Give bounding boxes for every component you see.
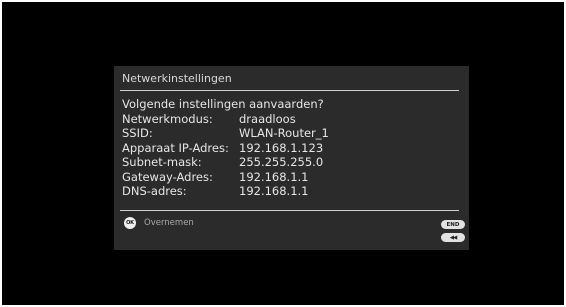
title-divider	[120, 90, 459, 91]
setting-value: 192.168.1.1	[239, 184, 309, 198]
setting-label: Apparaat IP-Adres:	[122, 140, 229, 155]
setting-value: 192.168.1.123	[239, 140, 324, 155]
setting-label: Subnet-mask:	[122, 155, 202, 169]
setting-value: 255.255.255.0	[239, 155, 324, 169]
ok-button-icon[interactable]: OK	[124, 217, 136, 229]
setting-value: draadloos	[239, 111, 296, 126]
setting-label: DNS-adres:	[122, 184, 187, 198]
setting-label: Gateway-Adres:	[122, 169, 213, 184]
end-button[interactable]: END	[441, 220, 465, 229]
footer-divider	[120, 210, 459, 211]
setting-label: SSID:	[122, 126, 153, 140]
dialog-title: Netwerkinstellingen	[122, 72, 232, 85]
accept-action[interactable]: OK Overnemen	[124, 217, 194, 229]
setting-label: Netwerkmodus:	[122, 111, 213, 126]
network-settings-dialog: Netwerkinstellingen Volgende instellinge…	[114, 66, 469, 250]
setting-value: WLAN-Router_1	[239, 126, 329, 140]
tv-screen: Netwerkinstellingen Volgende instellinge…	[2, 2, 564, 305]
accept-label: Overnemen	[144, 218, 194, 228]
back-button[interactable]: ◀◀	[441, 233, 465, 242]
setting-value: 192.168.1.1	[239, 169, 309, 184]
confirm-question: Volgende instellingen aanvaarden?	[122, 97, 324, 111]
